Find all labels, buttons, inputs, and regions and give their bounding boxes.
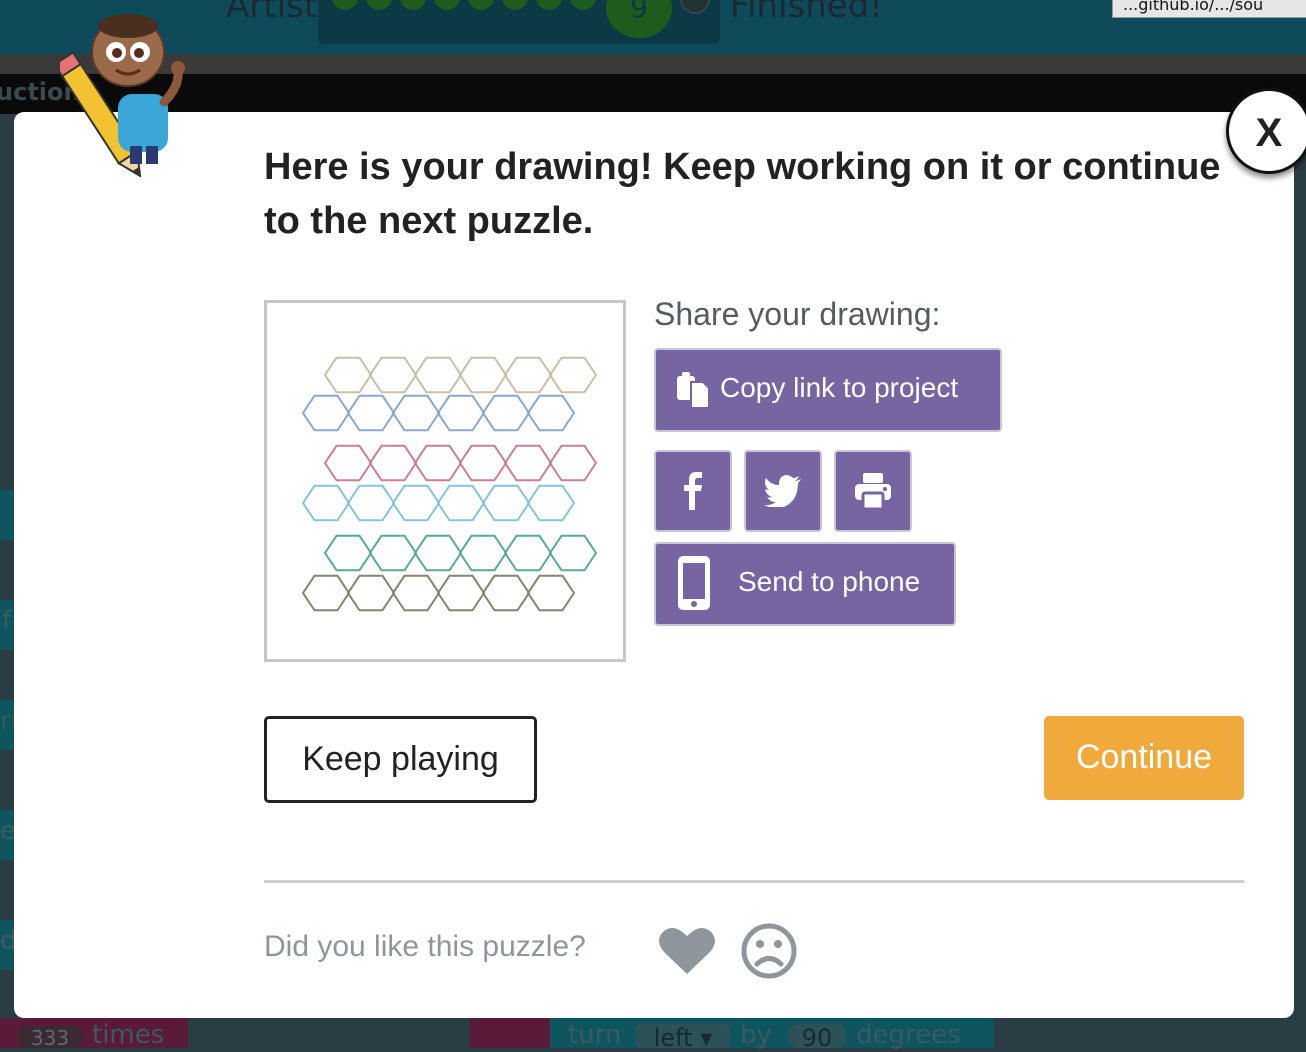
code-block[interactable]: e (0, 810, 16, 860)
hexagon-shape (346, 394, 396, 432)
dialog-heading: Here is your drawing! Keep working on it… (264, 146, 1221, 242)
continue-button[interactable]: Continue (1044, 716, 1244, 800)
hexagon-drawing (301, 356, 598, 612)
progress-dot[interactable] (332, 0, 358, 10)
hexagon-shape (481, 574, 531, 612)
hexagon-shape (548, 444, 598, 482)
hexagon-shape (301, 574, 351, 612)
hexagon-shape (413, 444, 463, 482)
clipboard-icon (677, 372, 710, 409)
hexagon-shape (503, 444, 553, 482)
status-text: Finished! (730, 0, 883, 26)
code-block[interactable]: d (0, 920, 17, 970)
twitter-icon (764, 475, 801, 507)
progress-dot[interactable] (468, 0, 494, 10)
hexagon-shape (346, 574, 396, 612)
by-label: by (740, 1020, 772, 1050)
progress-dot[interactable] (680, 0, 710, 14)
url-tooltip: ...github.io/.../sou (1112, 0, 1306, 18)
hexagon-shape (503, 356, 553, 394)
hexagon-shape (368, 356, 418, 394)
hexagon-shape (413, 356, 463, 394)
share-label: Share your drawing: (654, 296, 941, 332)
hexagon-shape (458, 444, 508, 482)
hexagon-shape (391, 484, 441, 522)
turn-block[interactable]: turn left ▾ by 90 degrees (550, 1018, 994, 1052)
facebook-icon (684, 472, 702, 510)
repeat-count[interactable]: 333 (18, 1026, 82, 1050)
turn-label: turn (568, 1020, 622, 1050)
hexagon-shape (323, 534, 373, 572)
progress-dot[interactable] (502, 0, 528, 10)
app-title: Artist (226, 0, 318, 26)
send-to-phone-button[interactable]: Send to phone (654, 542, 956, 626)
heart-icon[interactable] (658, 926, 716, 976)
hexagon-shape (526, 484, 576, 522)
hexagon-shape (323, 356, 373, 394)
phone-icon (678, 556, 710, 610)
hexagon-shape (548, 356, 598, 394)
keep-playing-button[interactable]: Keep playing (264, 716, 537, 803)
code-block[interactable] (0, 490, 14, 540)
copy-link-button[interactable]: Copy link to project (654, 348, 1002, 432)
hexagon-shape (301, 394, 351, 432)
artist-avatar (60, 14, 185, 178)
hexagon-shape (391, 394, 441, 432)
hexagon-shape (481, 484, 531, 522)
close-button[interactable]: X (1226, 88, 1306, 174)
hexagon-shape (526, 394, 576, 432)
hexagon-shape (436, 574, 486, 612)
facebook-share-button[interactable] (654, 450, 732, 532)
progress-dot[interactable] (570, 0, 596, 10)
degrees-label: degrees (856, 1020, 961, 1050)
copy-link-label: Copy link to project (720, 372, 959, 403)
twitter-share-button[interactable] (744, 450, 822, 532)
drawing-preview (264, 300, 626, 662)
divider (264, 880, 1244, 883)
repeat-unit: times (92, 1020, 165, 1050)
hexagon-shape (346, 484, 396, 522)
progress-dot[interactable] (400, 0, 426, 10)
hexagon-shape (323, 444, 373, 482)
sad-face-icon[interactable] (740, 922, 798, 980)
hexagon-shape (436, 394, 486, 432)
hexagon-shape (548, 534, 598, 572)
feedback-question: Did you like this puzzle? (264, 930, 586, 963)
hexagon-shape (458, 534, 508, 572)
hexagon-shape (368, 444, 418, 482)
hexagon-shape (503, 534, 553, 572)
hexagon-shape (413, 534, 463, 572)
repeat-block[interactable]: 333 times (0, 1018, 188, 1050)
print-button[interactable] (834, 450, 912, 532)
hexagon-shape (458, 356, 508, 394)
turn-direction-dropdown[interactable]: left ▾ (636, 1024, 730, 1052)
code-block[interactable]: f (0, 600, 14, 650)
send-to-phone-label: Send to phone (738, 566, 921, 597)
progress-dot[interactable] (434, 0, 460, 10)
turn-degrees-input[interactable]: 90 (788, 1024, 846, 1052)
progress-dot[interactable] (536, 0, 562, 10)
block-letter: f (2, 606, 12, 636)
hexagon-shape (526, 574, 576, 612)
hexagon-shape (436, 484, 486, 522)
hexagon-shape (301, 484, 351, 522)
hexagon-shape (481, 394, 531, 432)
hexagon-shape (368, 534, 418, 572)
code-block[interactable]: ri (0, 700, 18, 750)
hexagon-shape (391, 574, 441, 612)
block-connector (470, 1018, 550, 1048)
progress-dot[interactable] (366, 0, 392, 10)
print-icon (855, 473, 891, 509)
